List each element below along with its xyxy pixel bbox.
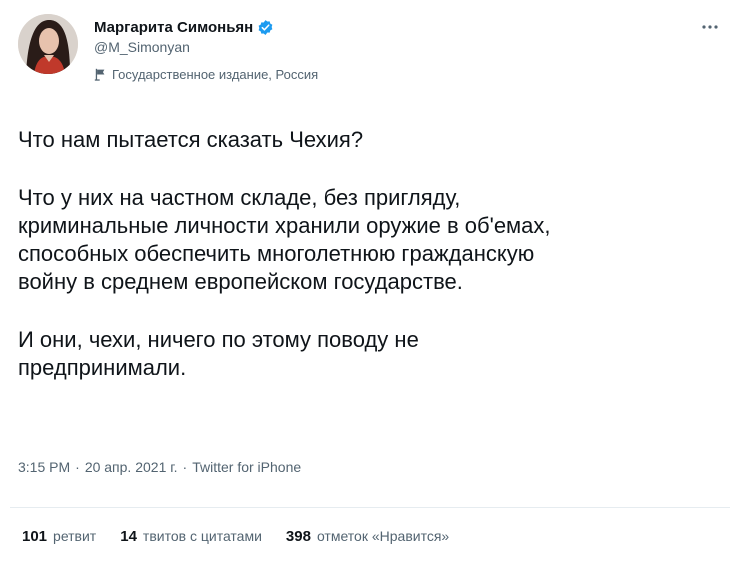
display-name[interactable]: Маргарита Симоньян bbox=[94, 19, 253, 36]
tweet-paragraph: И они, чехи, ничего по этому поводу не п… bbox=[18, 327, 419, 380]
quotes-label: твитов с цитатами bbox=[142, 528, 262, 544]
likes-count: 398 bbox=[285, 528, 311, 545]
retweets-stat[interactable]: 101 ретвит bbox=[22, 528, 96, 545]
state-media-flag-icon bbox=[94, 68, 107, 81]
tweet-meta: 3:15 PM · 20 апр. 2021 г. · Twitter for … bbox=[18, 459, 301, 475]
meta-separator: · bbox=[75, 459, 80, 475]
verified-badge-icon bbox=[257, 19, 274, 36]
tweet-text: Что нам пытается сказать Чехия? Что у ни… bbox=[18, 126, 718, 382]
divider bbox=[10, 507, 730, 508]
more-options-icon[interactable] bbox=[698, 18, 722, 36]
tweet-date[interactable]: 20 апр. 2021 г. bbox=[85, 459, 178, 475]
avatar[interactable] bbox=[18, 14, 78, 74]
avatar-image bbox=[18, 14, 78, 74]
retweets-count: 101 bbox=[22, 528, 48, 545]
tweet-stats: 101 ретвит 14 твитов с цитатами 398 отме… bbox=[22, 528, 473, 545]
retweets-label: ретвит bbox=[53, 528, 97, 544]
state-media-label-text: Государственное издание, Россия bbox=[112, 67, 319, 82]
quotes-count: 14 bbox=[120, 528, 137, 545]
tweet-paragraph: Что у них на частном складе, без пригляд… bbox=[18, 185, 551, 294]
tweet-time[interactable]: 3:15 PM bbox=[18, 459, 70, 475]
likes-label: отметок «Нравится» bbox=[316, 528, 450, 544]
meta-separator: · bbox=[182, 459, 188, 475]
tweet-header: Маргарита Симоньян @M_Simonyan Государст… bbox=[14, 12, 726, 92]
likes-stat[interactable]: 398 отметок «Нравится» bbox=[286, 528, 449, 545]
tweet-card: Маргарита Симоньян @M_Simonyan Государст… bbox=[0, 0, 740, 561]
state-media-label[interactable]: Государственное издание, Россия bbox=[94, 67, 318, 82]
user-handle[interactable]: @M_Simonyan bbox=[94, 39, 318, 59]
tweet-paragraph: Что нам пытается сказать Чехия? bbox=[18, 127, 364, 152]
quotes-stat[interactable]: 14 твитов с цитатами bbox=[120, 528, 262, 545]
user-info: Маргарита Симоньян @M_Simonyan Государст… bbox=[94, 16, 318, 83]
name-row: Маргарита Симоньян bbox=[94, 16, 318, 38]
tweet-source[interactable]: Twitter for iPhone bbox=[192, 459, 301, 475]
